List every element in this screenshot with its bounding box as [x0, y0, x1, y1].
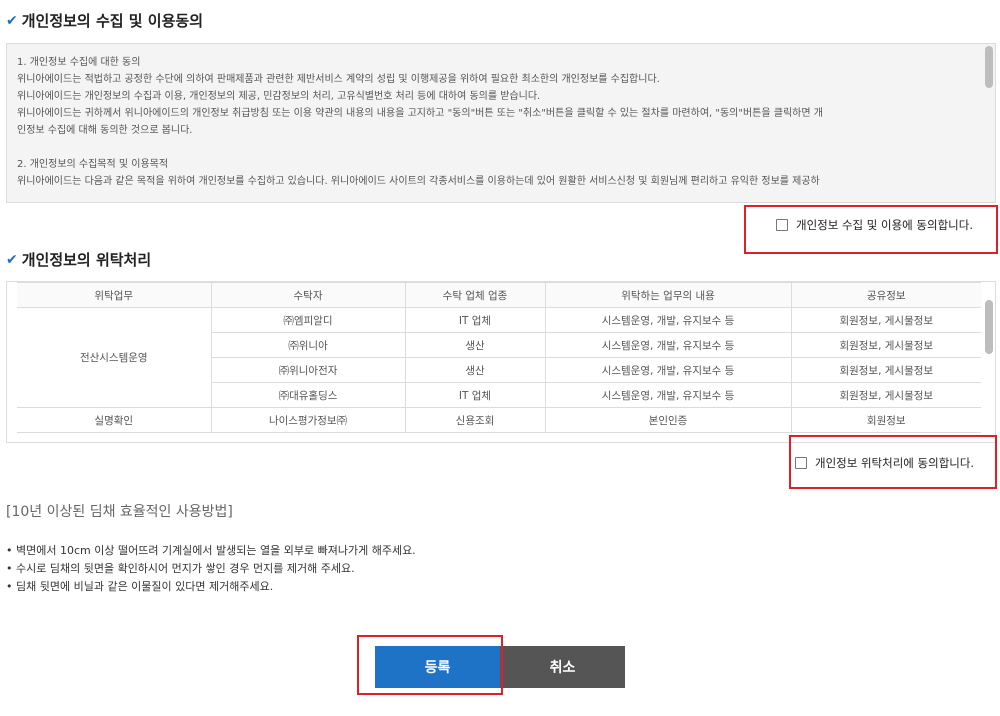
table-cell: 시스템운영, 개발, 유지보수 등	[544, 332, 792, 358]
table-cell: 신용조회	[404, 407, 546, 433]
list-item: 벽면에서 10cm 이상 떨어뜨려 기계실에서 발생되는 열을 외부로 빠져나가…	[6, 542, 416, 560]
highlight-box	[357, 635, 503, 695]
table-cell: 회원정보, 게시물정보	[790, 307, 981, 333]
list-item: 수시로 딤채의 뒷면을 확인하시어 먼지가 쌓인 경우 먼지를 제거해 주세요.	[6, 560, 416, 578]
checkmark-icon: ✔	[6, 251, 18, 268]
table-cell: 회원정보, 게시물정보	[790, 357, 981, 383]
table-scrollbar[interactable]	[985, 300, 993, 354]
table-cell: 회원정보, 게시물정보	[790, 332, 981, 358]
table-cell: 본인인증	[544, 407, 792, 433]
column-header: 수탁자	[210, 282, 406, 308]
column-header: 공유정보	[790, 282, 981, 308]
table-cell: IT 업체	[404, 307, 546, 333]
cancel-button[interactable]: 취소	[500, 646, 625, 688]
table-cell: 회원정보	[790, 407, 981, 433]
terms-line: 인정보 수집에 대해 동의한 것으로 봅니다.	[17, 125, 193, 136]
terms-scrollbar[interactable]	[985, 46, 993, 88]
table-cell-task: 전산시스템운영	[17, 307, 212, 408]
terms-textarea[interactable]: 1. 개인정보 수집에 대한 동의 위니아에이드는 적법하고 공정한 수단에 의…	[6, 43, 996, 203]
table-cell: ㈜위니아전자	[211, 357, 406, 383]
column-header: 수탁 업체 업종	[404, 282, 546, 308]
entrust-table-container[interactable]: 위탁업무 수탁자 수탁 업체 업종 위탁하는 업무의 내용 공유정보 전산시스템…	[6, 281, 996, 443]
terms-line: 위니아에이드는 개인정보의 수집과 이용, 개인정보의 제공, 민감정보의 처리…	[17, 91, 541, 102]
entrust-table: 위탁업무 수탁자 수탁 업체 업종 위탁하는 업무의 내용 공유정보 전산시스템…	[17, 282, 981, 433]
table-cell: 시스템운영, 개발, 유지보수 등	[544, 307, 792, 333]
table-cell: 생산	[404, 357, 546, 383]
table-cell: ㈜대유홀딩스	[211, 382, 406, 408]
column-header: 위탁업무	[17, 282, 212, 308]
checkmark-icon: ✔	[6, 12, 18, 29]
table-cell-task: 실명확인	[17, 407, 212, 433]
entrust-title: ✔ 개인정보의 위탁처리	[6, 249, 151, 270]
usage-title: [10년 이상된 딤채 효율적인 사용방법]	[6, 504, 233, 520]
table-cell: 시스템운영, 개발, 유지보수 등	[544, 382, 792, 408]
table-header-row: 위탁업무 수탁자 수탁 업체 업종 위탁하는 업무의 내용 공유정보	[17, 282, 981, 308]
column-header: 위탁하는 업무의 내용	[544, 282, 792, 308]
table-cell: ㈜위니아	[211, 332, 406, 358]
terms-line: 위니아에이드는 다음과 같은 목적을 위하여 개인정보를 수집하고 있습니다. …	[17, 176, 820, 187]
terms-line: 위니아에이드는 귀하께서 위니아에이드의 개인정보 취급방침 또는 이용 약관의…	[17, 108, 823, 119]
table-cell: 생산	[404, 332, 546, 358]
table-cell: ㈜엠피알디	[210, 307, 406, 333]
privacy-consent-title: ✔ 개인정보의 수집 및 이용동의	[6, 10, 203, 31]
list-item: 딤채 뒷면에 비닐과 같은 이물질이 있다면 제거해주세요.	[6, 578, 416, 596]
table-cell: 시스템운영, 개발, 유지보수 등	[544, 357, 792, 383]
table-cell: 나이스평가정보㈜	[210, 407, 406, 433]
privacy-consent-title-text: 개인정보의 수집 및 이용동의	[21, 12, 204, 30]
table-row: 실명확인 나이스평가정보㈜ 신용조회 본인인증 회원정보	[17, 407, 981, 433]
terms-line: 2. 개인정보의 수집목적 및 이용목적	[17, 159, 169, 170]
terms-line: 1. 개인정보 수집에 대한 동의	[17, 57, 141, 68]
table-cell: IT 업체	[404, 382, 546, 408]
table-row: 전산시스템운영 ㈜엠피알디 IT 업체 시스템운영, 개발, 유지보수 등 회원…	[17, 307, 981, 408]
table-cell: 회원정보, 게시물정보	[790, 382, 981, 408]
highlight-box	[789, 435, 997, 489]
terms-line: 위니아에이드는 적법하고 공정한 수단에 의하여 판매제품과 관련한 제반서비스…	[17, 74, 660, 85]
usage-list: 벽면에서 10cm 이상 떨어뜨려 기계실에서 발생되는 열을 외부로 빠져나가…	[6, 542, 416, 596]
highlight-box	[744, 205, 998, 254]
entrust-title-text: 개인정보의 위탁처리	[21, 251, 152, 269]
